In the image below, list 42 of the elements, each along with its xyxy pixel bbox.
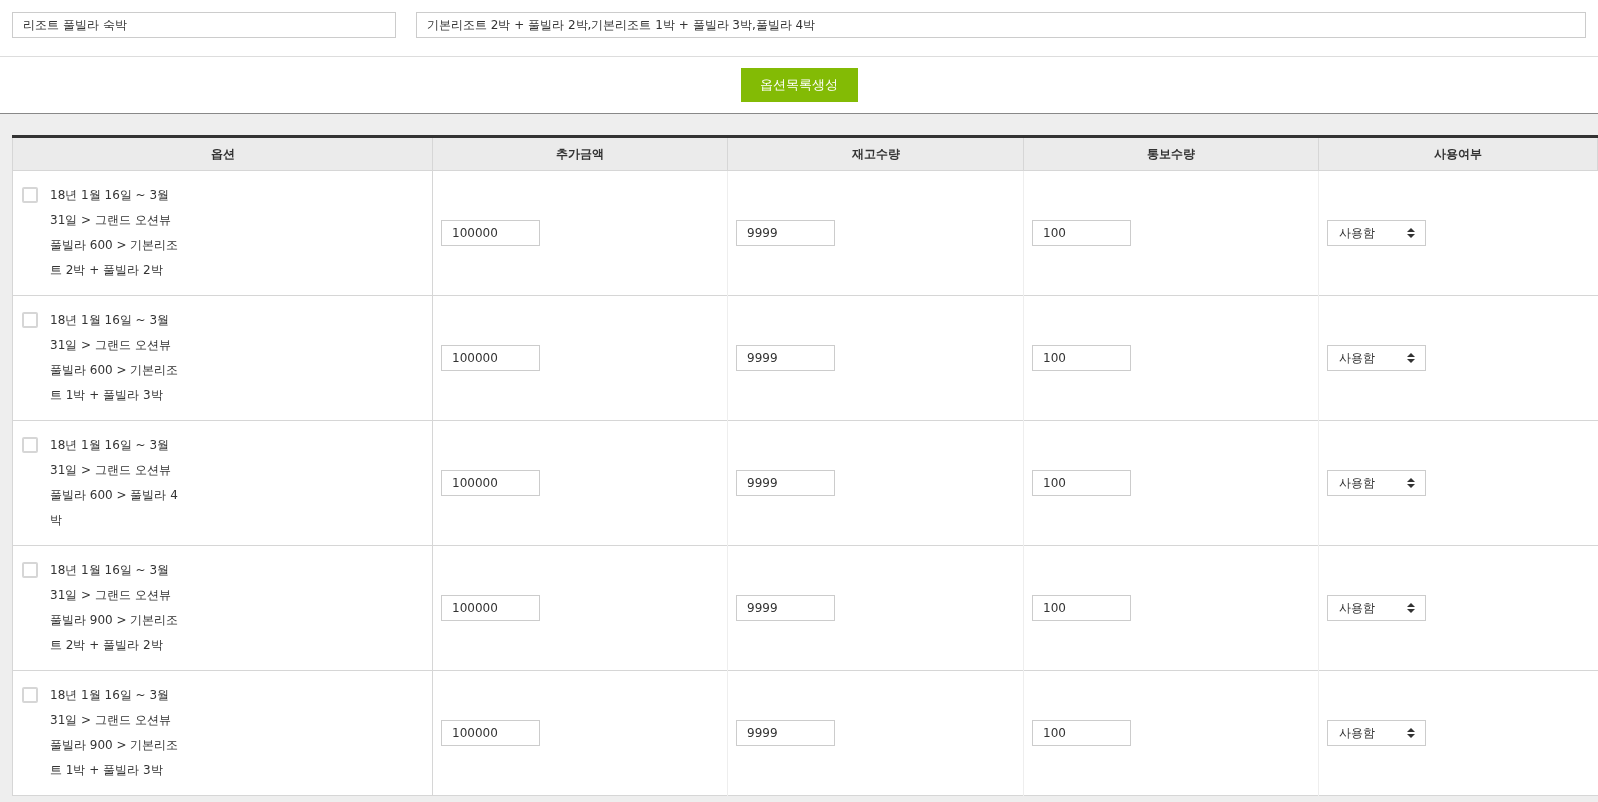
price-field[interactable]: 100000: [441, 595, 540, 621]
checkbox[interactable]: [22, 562, 38, 578]
stock-field[interactable]: 9999: [736, 595, 835, 621]
price-field[interactable]: 100000: [441, 220, 540, 246]
option-text: 18년 1월 16일 ~ 3월 31일 > 그랜드 오션뷰 풀빌라 600 > 기본리조트 2박 + 풀빌라 2박: [50, 187, 180, 279]
notify-field[interactable]: 100: [1032, 470, 1131, 496]
text-field[interactable]: 리조트 풀빌라 숙박: [12, 12, 396, 38]
checkbox[interactable]: [22, 187, 38, 203]
notify-field[interactable]: 100: [1032, 720, 1131, 746]
usage-select[interactable]: 사용함: [1327, 345, 1426, 371]
option-text: 18년 1월 16일 ~ 3월 31일 > 그랜드 오션뷰 풀빌라 600 > 기본리조트 1박 + 풀빌라 3박: [50, 312, 180, 404]
checkbox[interactable]: [22, 312, 38, 328]
column-header: 추가금액: [556, 147, 604, 161]
sort-arrows-icon: [1407, 478, 1415, 488]
stock-field[interactable]: 9999: [736, 470, 835, 496]
usage-select[interactable]: 사용함: [1327, 595, 1426, 621]
checkbox[interactable]: [22, 437, 38, 453]
option-text: 18년 1월 16일 ~ 3월 31일 > 그랜드 오션뷰 풀빌라 900 > 기본리조트 2박 + 풀빌라 2박: [50, 562, 180, 654]
usage-select[interactable]: 사용함: [1327, 220, 1426, 246]
option-text: 18년 1월 16일 ~ 3월 31일 > 그랜드 오션뷰 풀빌라 600 > 풀빌라 4박: [50, 437, 179, 529]
column-header: 옵션: [210, 147, 235, 161]
notify-field[interactable]: 100: [1032, 595, 1131, 621]
stock-field[interactable]: 9999: [736, 720, 835, 746]
usage-select[interactable]: 사용함: [1327, 470, 1426, 496]
checkbox[interactable]: [22, 687, 38, 703]
text-field[interactable]: 기본리조트 2박 + 풀빌라 2박,기본리조트 1박 + 풀빌라 3박,풀빌라 4박: [416, 12, 1586, 38]
option-text: 18년 1월 16일 ~ 3월 31일 > 그랜드 오션뷰 풀빌라 900 > 기본리조트 1박 + 풀빌라 3박: [50, 687, 180, 779]
price-field[interactable]: 100000: [441, 470, 540, 496]
sort-arrows-icon: [1407, 353, 1415, 363]
sort-arrows-icon: [1407, 728, 1415, 738]
column-header: 재고수량: [851, 147, 900, 161]
column-header: 사용여부: [1434, 147, 1482, 161]
stock-field[interactable]: 9999: [736, 345, 835, 371]
price-field[interactable]: 100000: [441, 345, 540, 371]
column-header: 통보수량: [1147, 147, 1195, 161]
notify-field[interactable]: 100: [1032, 345, 1131, 371]
usage-select[interactable]: 사용함: [1327, 720, 1426, 746]
sort-arrows-icon: [1407, 603, 1415, 613]
notify-field[interactable]: 100: [1032, 220, 1131, 246]
stock-field[interactable]: 9999: [736, 220, 835, 246]
sort-arrows-icon: [1407, 228, 1415, 238]
price-field[interactable]: 100000: [441, 720, 540, 746]
